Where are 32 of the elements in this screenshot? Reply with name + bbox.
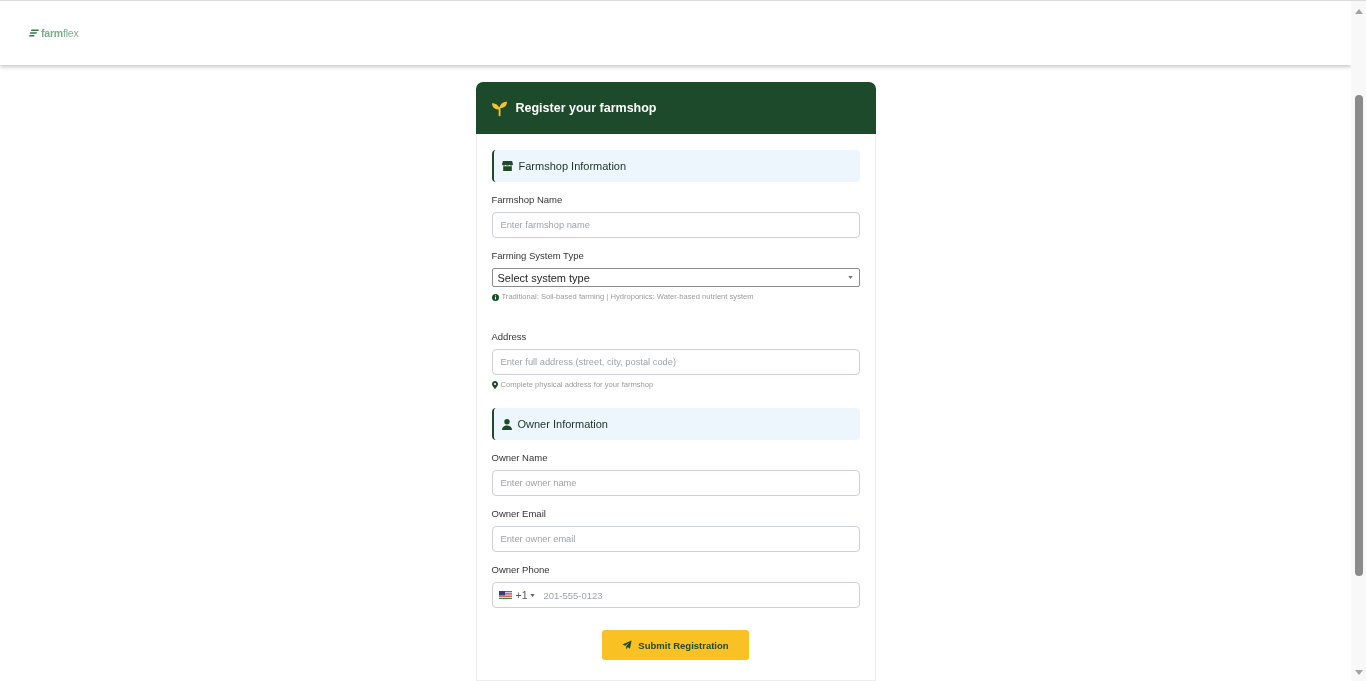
logo-text: farmflex <box>41 27 79 39</box>
field-label: Farmshop Name <box>491 193 564 206</box>
paper-plane-icon <box>622 640 633 650</box>
section-title: Farmshop Information <box>518 160 627 172</box>
sprout-icon <box>490 99 508 117</box>
text-input[interactable]: Enter farmshop name <box>491 212 860 238</box>
address-input[interactable]: Enter full address (street, city, postal code) <box>491 349 860 375</box>
store-icon <box>501 161 513 171</box>
field-label: Owner Name <box>491 451 549 464</box>
info-icon <box>491 293 499 301</box>
system-type-select[interactable]: Select system type <box>491 268 860 287</box>
flag-icon <box>498 591 512 599</box>
form-title: Register your farmshop <box>515 101 657 115</box>
field-label: Owner Email <box>491 507 547 520</box>
scroll-up-icon[interactable] <box>1354 9 1363 14</box>
phone-input[interactable]: +1 201-555-0123 <box>491 582 860 608</box>
scroll-down-icon[interactable] <box>1354 670 1363 675</box>
map-pin-icon <box>491 381 498 389</box>
person-icon <box>501 418 512 430</box>
text-input[interactable]: Enter owner name <box>491 470 860 496</box>
scrollbar-thumb[interactable] <box>1354 95 1363 576</box>
field-label: Address <box>491 330 528 343</box>
caret-icon <box>530 593 536 597</box>
email-input[interactable]: Enter owner email <box>491 526 860 552</box>
field-label: Farming System Type <box>491 249 585 262</box>
submit-button[interactable]: Submit Registration <box>602 630 749 660</box>
caret-icon <box>847 276 853 279</box>
logo-icon <box>29 29 39 37</box>
scrollbar[interactable] <box>1351 1 1366 681</box>
field-label: Owner Phone <box>491 563 551 576</box>
section-title: Owner Information <box>517 418 608 430</box>
country-code-selector[interactable]: +1 <box>498 589 536 601</box>
